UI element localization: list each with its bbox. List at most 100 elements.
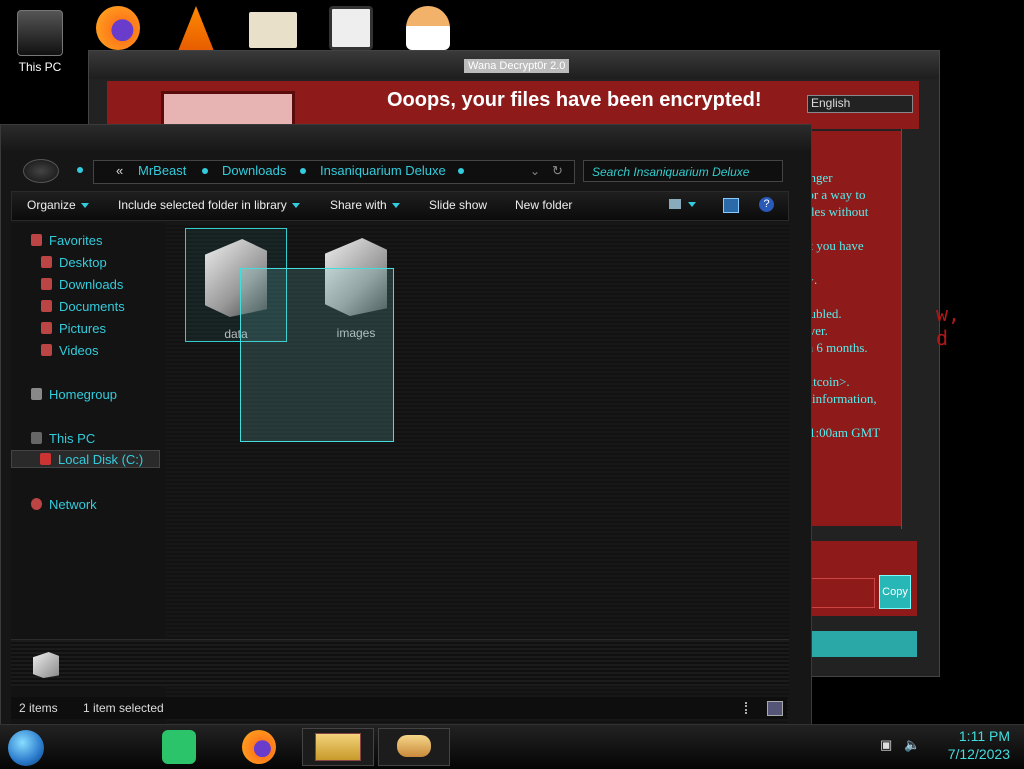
breadcrumb-insaniquarium[interactable]: Insaniquarium Deluxe [320, 163, 446, 178]
drive-icon [40, 453, 51, 465]
computer-icon [17, 10, 63, 56]
download-icon [41, 278, 52, 290]
command-bar: Organize Include selected folder in libr… [11, 191, 789, 221]
desktop-icon-user[interactable] [396, 6, 460, 50]
chevron-down-icon[interactable]: ⌄ [530, 164, 540, 178]
include-in-library-button[interactable]: Include selected folder in library [118, 198, 300, 212]
preview-pane-icon[interactable] [723, 198, 739, 213]
nav-downloads[interactable]: Downloads [41, 277, 123, 292]
video-icon [41, 344, 52, 356]
breadcrumb-downloads[interactable]: Downloads [222, 163, 286, 178]
explorer-window[interactable]: « MrBeast Downloads Insaniquarium Deluxe… [0, 124, 812, 733]
desktop-icon-firefox[interactable] [86, 6, 150, 50]
back-button[interactable] [23, 159, 59, 183]
nav-local-disk[interactable]: Local Disk (C:) [11, 450, 160, 468]
nav-label: This PC [49, 431, 96, 446]
wannacry-text-line [803, 407, 907, 424]
wannacry-text-line: in 6 months. [803, 340, 868, 355]
nav-label: Network [49, 497, 97, 512]
view-options-icon[interactable] [669, 199, 681, 209]
wannacry-headline: Ooops, your files have been encrypted! [387, 89, 762, 111]
drag-selection-rectangle [240, 268, 394, 442]
desktop-icon-vlc[interactable] [164, 6, 228, 50]
details-view-icon[interactable] [745, 702, 751, 714]
wannacry-text-line [803, 254, 907, 271]
hxd-icon [249, 12, 297, 48]
wannacry-title: Wana Decrypt0r 2.0 [464, 59, 570, 73]
chevron-down-icon [80, 203, 89, 209]
desktop-icon-app[interactable] [319, 6, 383, 50]
explorer-titlebar[interactable] [1, 125, 811, 151]
desktop-icon-this-pc[interactable]: This PC [8, 10, 72, 74]
new-folder-button[interactable]: New folder [515, 198, 572, 212]
wannacry-text-line [803, 356, 907, 373]
wannacry-action-bar[interactable] [805, 631, 917, 657]
computer-icon [31, 432, 42, 444]
chevron-down-icon [391, 203, 400, 209]
nav-homegroup[interactable]: Homegroup [31, 387, 117, 402]
breadcrumb-separator-icon [458, 168, 464, 174]
start-button[interactable] [8, 730, 44, 766]
wannacry-text-line: bitcoin>. [803, 374, 850, 389]
status-bar: 2 items 1 item selected [11, 697, 787, 719]
clock-date: 7/12/2023 [947, 746, 1010, 762]
user-icon [406, 6, 450, 50]
volume-icon[interactable]: 🔈 [904, 737, 920, 753]
wannacry-scrollbar[interactable] [901, 129, 916, 529]
slide-show-button[interactable]: Slide show [429, 198, 487, 212]
details-pane [11, 639, 789, 686]
nav-network[interactable]: Network [31, 497, 97, 512]
large-icons-view-icon[interactable] [767, 701, 783, 716]
side-text: w, [936, 302, 961, 326]
taskbar-explorer[interactable] [302, 728, 374, 766]
nav-label: Desktop [59, 255, 107, 270]
vlc-icon [178, 6, 214, 50]
organize-button[interactable]: Organize [27, 198, 89, 212]
breadcrumb-mrbeast[interactable]: MrBeast [138, 163, 186, 178]
taskbar-wannacry[interactable] [378, 728, 450, 766]
nav-videos[interactable]: Videos [41, 343, 99, 358]
search-input[interactable]: Search Insaniquarium Deluxe [583, 160, 783, 182]
language-select[interactable]: English [807, 95, 913, 113]
nav-label: Pictures [59, 321, 106, 336]
firefox-icon[interactable] [242, 730, 276, 764]
nav-pictures[interactable]: Pictures [41, 321, 106, 336]
network-icon [31, 498, 42, 510]
chevron-down-icon[interactable] [688, 202, 696, 207]
star-icon [31, 234, 42, 246]
help-icon[interactable]: ? [759, 197, 774, 212]
nav-this-pc[interactable]: This PC [31, 431, 95, 446]
desktop-icon-hxd[interactable] [241, 12, 305, 48]
app-icon [329, 6, 373, 50]
address-bar[interactable]: « MrBeast Downloads Insaniquarium Deluxe… [93, 160, 575, 184]
nav-documents[interactable]: Documents [41, 299, 125, 314]
share-with-button[interactable]: Share with [330, 198, 400, 212]
organize-label: Organize [27, 198, 76, 212]
chevron-down-icon [291, 203, 300, 209]
wannacry-text-line: t>. [803, 271, 907, 288]
copy-button[interactable]: Copy [879, 575, 911, 609]
handshake-icon [397, 735, 431, 757]
breadcrumb-overflow[interactable]: « [116, 163, 123, 178]
include-label: Include selected folder in library [118, 198, 287, 212]
wannacry-text-line: 11:00am GMT [803, 425, 881, 440]
refresh-icon[interactable]: ↻ [552, 163, 563, 179]
side-text: d [936, 326, 949, 350]
wannacry-text-line: e information, [803, 391, 877, 406]
breadcrumb-separator-icon [300, 168, 306, 174]
breadcrumb-separator-icon [202, 168, 208, 174]
nav-label: Homegroup [49, 387, 117, 402]
clock[interactable]: 1:11 PM 7/12/2023 [948, 727, 1010, 763]
taskbar: ▣ 🔈 1:11 PM 7/12/2023 [0, 724, 1024, 769]
folder-icon [33, 652, 59, 678]
network-tray-icon[interactable]: ▣ [880, 737, 892, 753]
wannacry-text-line [803, 220, 907, 237]
nav-label: Videos [59, 343, 99, 358]
wannacry-text: onger for a way to files without ut you … [803, 169, 907, 441]
bitcoin-address-field[interactable] [805, 578, 875, 608]
nav-favorites[interactable]: Favorites [31, 233, 102, 248]
nav-desktop[interactable]: Desktop [41, 255, 107, 270]
nav-label: Downloads [59, 277, 124, 292]
clock-time: 1:11 PM [958, 728, 1010, 744]
notes-icon[interactable] [162, 730, 196, 764]
